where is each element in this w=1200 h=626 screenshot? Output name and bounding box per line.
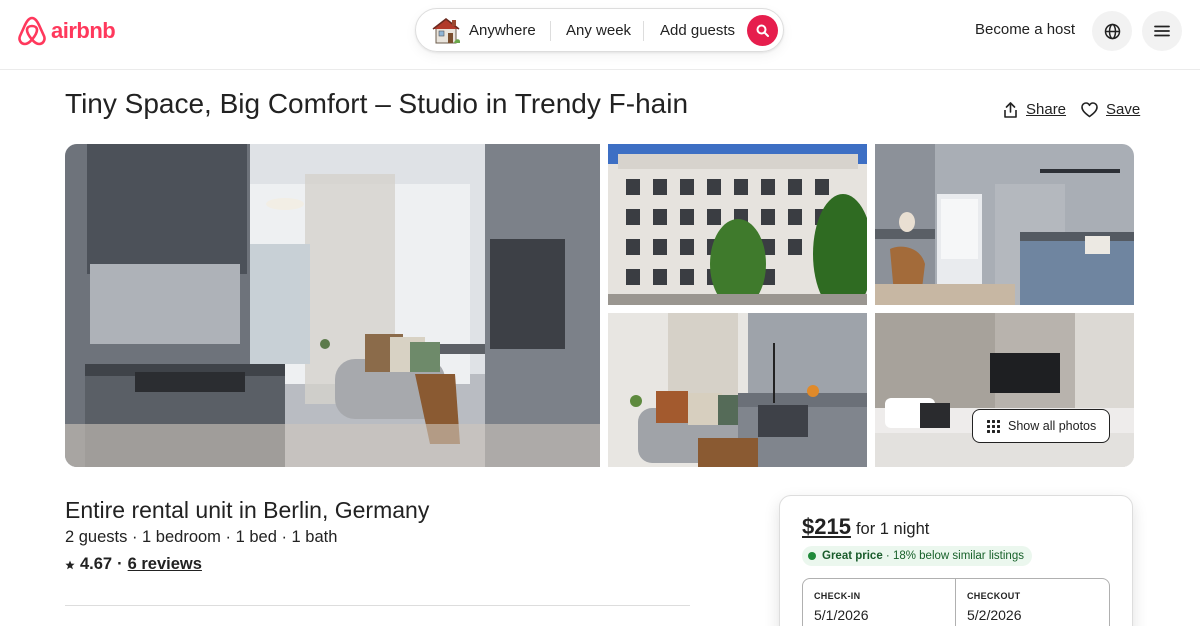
brand-name: airbnb [51, 18, 116, 43]
search-bar[interactable]: Anywhere Any week Add guests [415, 8, 784, 52]
search-divider [643, 21, 644, 41]
star-icon [65, 560, 75, 569]
great-price-detail: · 18% below similar listings [882, 550, 1024, 562]
hamburger-menu-icon [1154, 25, 1170, 37]
language-button[interactable] [1092, 11, 1132, 51]
price-row: $215 for 1 night [802, 514, 929, 540]
reviews-link[interactable]: 6 reviews [128, 555, 202, 574]
checkout-value: 5/2/2026 [967, 607, 1022, 623]
building-exterior-photo[interactable] [608, 144, 867, 305]
rating-separator: · [117, 555, 123, 573]
section-divider [65, 605, 690, 606]
top-header: airbnb Anywhere Any week Add guests Beco… [0, 0, 1200, 70]
show-all-photos-label: Show all photos [1008, 419, 1097, 433]
great-price-badge: Great price · 18% below similar listings [802, 546, 1032, 566]
listing-capacity-details: 2 guests · 1 bedroom · 1 bed · 1 bath [65, 528, 338, 546]
great-price-label: Great price [822, 550, 883, 562]
share-label: Share [1026, 101, 1067, 118]
price-period: for 1 night [855, 520, 930, 538]
show-all-photos-button[interactable]: Show all photos [972, 409, 1110, 443]
checkin-value: 5/1/2026 [814, 607, 869, 623]
share-button[interactable]: Share [1003, 101, 1066, 118]
grid-dots-icon [987, 419, 1000, 433]
globe-icon [1104, 23, 1120, 39]
great-price-dot-icon [808, 552, 816, 560]
search-any-week[interactable]: Any week [566, 22, 631, 39]
share-icon [1004, 101, 1017, 118]
checkin-label: CHECK-IN [814, 591, 861, 601]
search-add-guests[interactable]: Add guests [660, 22, 735, 39]
kitchen-photo[interactable] [875, 144, 1134, 305]
checkin-field[interactable]: CHECK-IN 5/1/2026 [803, 579, 956, 626]
booking-card: $215 for 1 night Great price · 18% below… [779, 495, 1133, 626]
nightly-price[interactable]: $215 [802, 514, 851, 540]
checkout-label: CHECKOUT [967, 591, 1021, 601]
main-menu-button[interactable] [1142, 11, 1182, 51]
rating-summary: 4.67 · 6 reviews [65, 555, 202, 574]
bedroom-photo[interactable] [875, 313, 1134, 467]
listing-type-heading: Entire rental unit in Berlin, Germany [65, 497, 430, 523]
become-host-link[interactable]: Become a host [975, 21, 1075, 38]
house-icon [432, 18, 460, 44]
search-anywhere[interactable]: Anywhere [469, 22, 536, 39]
rating-value: 4.67 [80, 555, 113, 573]
save-label: Save [1106, 101, 1141, 118]
save-button[interactable]: Save [1081, 101, 1140, 118]
living-kitchen-photo[interactable] [65, 144, 600, 467]
date-picker[interactable]: CHECK-IN 5/1/2026 CHECKOUT 5/2/2026 [802, 578, 1110, 626]
search-divider [550, 21, 551, 41]
airbnb-logo-icon [18, 16, 46, 46]
living-area-photo[interactable] [608, 313, 867, 467]
search-button[interactable] [747, 15, 778, 46]
checkout-field[interactable]: CHECKOUT 5/2/2026 [956, 579, 1109, 626]
search-icon [756, 24, 769, 37]
listing-title: Tiny Space, Big Comfort – Studio in Tren… [65, 88, 689, 119]
heart-icon [1081, 101, 1098, 117]
airbnb-logo[interactable]: airbnb [17, 15, 116, 47]
